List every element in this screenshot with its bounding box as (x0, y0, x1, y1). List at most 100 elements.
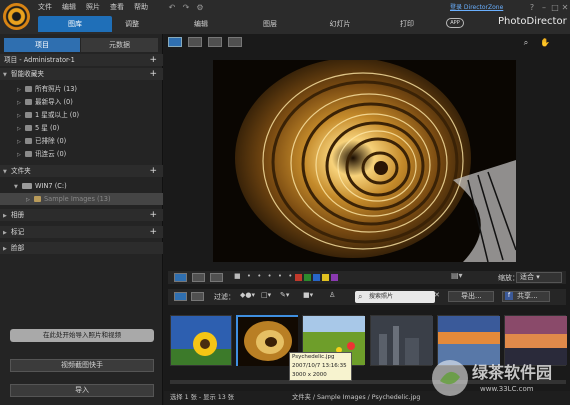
smart-item-recent[interactable]: ▷ 最新导入 (0) (0, 96, 163, 108)
search-input[interactable]: 搜索照片 (355, 291, 435, 303)
smart-item-1star[interactable]: ▷ 1 星或以上 (0) (0, 109, 163, 121)
drive-label: WIN7 (C:) (35, 182, 67, 190)
color-label-red[interactable] (295, 274, 302, 281)
site-watermark: 绿茶软件园 www.33LC.com (428, 355, 568, 401)
add-smart-collection-icon[interactable]: + (149, 68, 157, 80)
undo-icon[interactable]: ↶ (167, 3, 177, 13)
color-label-blue[interactable] (313, 274, 320, 281)
drive-item[interactable]: ▼ WIN7 (C:) (0, 180, 163, 192)
watermark-title: 绿茶软件园 (472, 363, 553, 382)
list-view-icon[interactable] (191, 292, 204, 301)
face-tag-icon[interactable]: ♙ (329, 291, 335, 299)
albums-header[interactable]: ▶ 相册 + (0, 209, 163, 221)
rating-dots[interactable]: ■ • • • • • (234, 272, 294, 280)
project-header[interactable]: 项目 - Administrator-1 + (0, 54, 163, 66)
smart-item-label: 1 星或以上 (0) (35, 111, 80, 119)
panel-tab-metadata[interactable]: 元数据 (81, 38, 158, 52)
smart-item-label: 已排除 (0) (35, 137, 67, 145)
faces-label: 脸部 (11, 244, 25, 252)
tab-slideshow[interactable]: 幻灯片 (322, 16, 358, 32)
smart-item-cloud[interactable]: ▷ 讯连云 (0) (0, 148, 163, 160)
smart-item-5star[interactable]: ▷ 5 星 (0) (0, 122, 163, 134)
filter-label: 过滤： (214, 293, 235, 301)
panel-tab-project[interactable]: 项目 (4, 38, 80, 52)
grid-rows-view-icon[interactable] (210, 273, 223, 282)
city-skyline-image (371, 316, 433, 365)
smart-item-excluded[interactable]: ▷ 已排除 (0) (0, 135, 163, 147)
folder-sample-images[interactable]: ▷ Sample Images (13) (0, 193, 163, 205)
minimize-icon[interactable]: – (539, 3, 549, 13)
faces-header[interactable]: ▶ 脸部 (0, 242, 163, 254)
expand-triangle-icon: ▷ (17, 100, 21, 106)
grid-view-icon[interactable] (208, 37, 222, 47)
pan-hand-icon[interactable]: ✋ (540, 38, 550, 48)
expand-triangle-icon: ▷ (17, 152, 21, 158)
spiral-staircase-image (213, 60, 516, 262)
project-title: 项目 - Administrator-1 (4, 56, 75, 64)
expand-triangle-icon[interactable]: ▶ (3, 243, 11, 255)
expand-triangle-icon: ▷ (17, 126, 21, 132)
filter-label-icon[interactable]: ■▾ (303, 291, 313, 299)
double-row-view-icon[interactable] (192, 273, 205, 282)
tooltip-filename: Psychedelic.jpg (292, 354, 335, 360)
expand-triangle-icon: ▷ (17, 113, 21, 119)
thumbnail-sunflower[interactable] (170, 315, 232, 366)
zoom-search-icon[interactable]: ⌕ (521, 38, 531, 48)
video-snapshot-button[interactable]: 视频截图快手 (10, 359, 154, 372)
second-display-icon[interactable] (228, 37, 242, 47)
smart-item-all[interactable]: ▷ 所有照片 (13) (0, 83, 163, 95)
file-path-status: 文件夹 / Sample Images / Psychedelic.jpg (292, 394, 421, 401)
filter-flag-icon[interactable]: ◆●▾ (240, 291, 255, 299)
add-album-icon[interactable]: + (149, 209, 157, 221)
drive-icon (22, 183, 32, 189)
tab-print[interactable]: 打印 (393, 16, 421, 32)
filter-brush-icon[interactable]: ✎▾ (280, 291, 289, 299)
albums-label: 相册 (11, 211, 25, 219)
settings-gear-icon[interactable]: ⚙ (195, 3, 205, 13)
watermark-url: www.33LC.com (480, 385, 534, 393)
thumbnail-city[interactable] (370, 315, 433, 366)
brand-title: PhotoDirector (498, 16, 567, 27)
tab-library[interactable]: 图库 (38, 16, 112, 32)
filter-rating-icon[interactable]: □▾ (261, 291, 271, 299)
loupe-view-icon[interactable] (168, 37, 182, 47)
menu-help[interactable]: 帮助 (134, 2, 148, 12)
tab-edit[interactable]: 编辑 (186, 16, 216, 32)
folder-icon (34, 196, 41, 202)
redo-icon[interactable]: ↷ (181, 3, 191, 13)
expand-triangle-icon: ▷ (17, 87, 21, 93)
smart-collections-header[interactable]: ▼ 智能收藏夹 + (0, 68, 163, 80)
menu-edit[interactable]: 编辑 (62, 2, 76, 12)
compare-view-icon[interactable] (188, 37, 202, 47)
zoom-select[interactable]: 适合 ▾ (516, 272, 562, 283)
add-folder-icon[interactable]: + (149, 165, 157, 177)
left-panel: 项目 元数据 项目 - Administrator-1 + ▼ 智能收藏夹 + ▷ 所有… (0, 34, 163, 405)
export-button[interactable]: 导出... (448, 291, 494, 302)
add-tag-icon[interactable]: + (149, 226, 157, 238)
expand-triangle-icon: ▷ (17, 139, 21, 145)
help-icon[interactable]: ? (527, 3, 537, 13)
add-project-icon[interactable]: + (149, 54, 157, 66)
expand-triangle-icon[interactable]: ▶ (3, 210, 11, 222)
tab-adjust[interactable]: 调整 (112, 16, 152, 32)
thumbnail-view-icon[interactable] (174, 292, 187, 301)
expand-triangle-icon[interactable]: ▶ (3, 227, 11, 239)
color-label-yellow[interactable] (322, 274, 329, 281)
folders-header[interactable]: ▼ 文件夹 + (0, 165, 163, 177)
grid-menu-icon[interactable]: ▤▾ (451, 271, 463, 280)
menu-file[interactable]: 文件 (38, 2, 52, 12)
color-label-green[interactable] (304, 274, 311, 281)
app-badge[interactable]: APP (446, 18, 464, 28)
collapse-triangle-icon[interactable]: ▼ (3, 166, 11, 178)
import-button[interactable]: 导入 (10, 384, 154, 397)
close-icon[interactable]: ✕ (560, 3, 570, 13)
menu-view[interactable]: 查看 (110, 2, 124, 12)
color-label-purple[interactable] (331, 274, 338, 281)
tab-layers[interactable]: 图层 (255, 16, 285, 32)
single-row-view-icon[interactable] (174, 273, 187, 282)
collapse-triangle-icon[interactable]: ▼ (3, 69, 11, 81)
tags-header[interactable]: ▶ 标记 + (0, 226, 163, 238)
maximize-icon[interactable]: □ (550, 3, 560, 13)
menu-photo[interactable]: 照片 (86, 2, 100, 12)
login-directorzone-link[interactable]: 登录 DirectorZone (450, 2, 503, 11)
